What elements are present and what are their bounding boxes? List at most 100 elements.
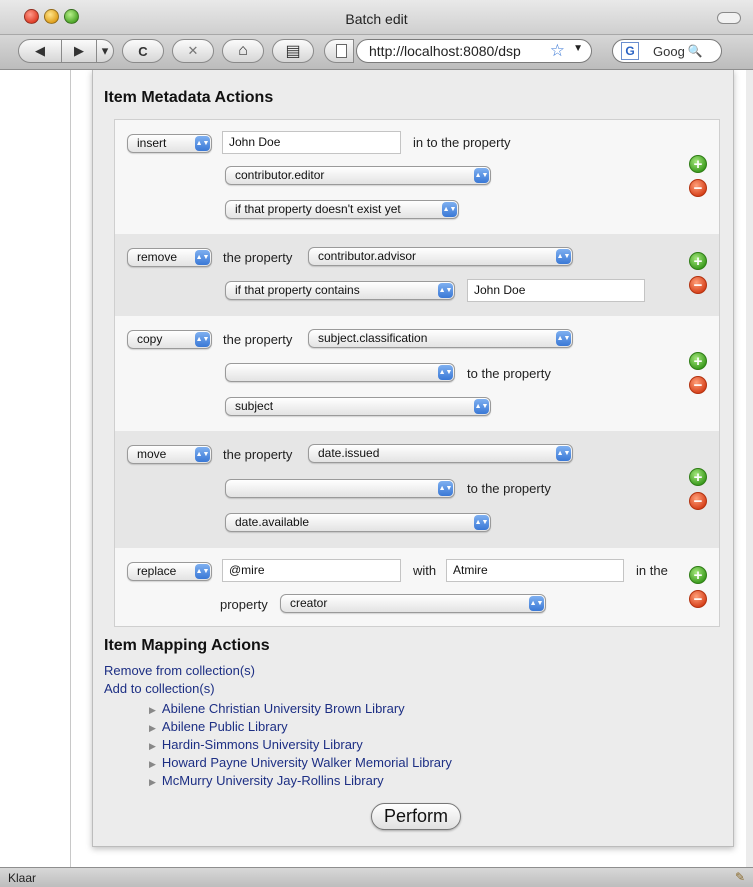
remove-row-button[interactable]: − bbox=[689, 590, 707, 608]
property-select[interactable]: date.issued ▲▼ bbox=[308, 444, 573, 463]
row-text: in the bbox=[636, 563, 668, 578]
disclosure-triangle-icon: ▶ bbox=[149, 741, 156, 751]
back-button[interactable]: ◀ bbox=[18, 39, 62, 63]
disclosure-triangle-icon: ▶ bbox=[149, 777, 156, 787]
property-select[interactable]: contributor.editor ▲▼ bbox=[225, 166, 491, 185]
select-arrows-icon: ▲▼ bbox=[556, 249, 571, 264]
history-dropdown-button[interactable]: ▾ bbox=[96, 39, 114, 63]
reload-icon: C bbox=[138, 43, 148, 59]
bookmark-star-icon[interactable]: ☆ bbox=[550, 41, 565, 61]
select-arrows-icon: ▲▼ bbox=[195, 447, 210, 462]
add-row-button[interactable]: + bbox=[689, 352, 707, 370]
resize-grip-icon[interactable]: ✎ bbox=[735, 870, 745, 884]
bookmarks-icon: ▤ bbox=[285, 43, 301, 60]
collection-item[interactable]: ▶ Hardin-Simmons University Library bbox=[149, 737, 363, 752]
action-row-move: move ▲▼ the property date.issued ▲▼ ▲▼ to … bbox=[115, 431, 719, 548]
back-icon: ◀ bbox=[35, 43, 45, 58]
reload-button[interactable]: C bbox=[122, 39, 164, 63]
perform-button[interactable]: Perform bbox=[371, 803, 461, 830]
status-bar: Klaar ✎ bbox=[0, 867, 753, 887]
add-row-button[interactable]: + bbox=[689, 566, 707, 584]
search-icon[interactable]: 🔍 bbox=[688, 44, 703, 58]
source-select[interactable]: ▲▼ bbox=[225, 479, 455, 498]
action-row-copy: copy ▲▼ the property subject.classificati… bbox=[115, 316, 719, 431]
select-arrows-icon: ▲▼ bbox=[438, 365, 453, 380]
action-select[interactable]: copy ▲▼ bbox=[127, 330, 212, 349]
value-input[interactable]: John Doe bbox=[222, 131, 401, 154]
select-arrows-icon: ▲▼ bbox=[556, 331, 571, 346]
row-text: with bbox=[413, 563, 437, 578]
action-select[interactable]: insert ▲▼ bbox=[127, 134, 212, 153]
row-text: the property bbox=[223, 332, 293, 347]
stop-button[interactable]: ✕ bbox=[172, 39, 214, 63]
chevron-down-icon: ▾ bbox=[101, 43, 109, 58]
url-text: http://localhost:8080/dsp bbox=[369, 43, 521, 59]
disclosure-triangle-icon: ▶ bbox=[149, 759, 156, 769]
status-text: Klaar bbox=[8, 871, 37, 885]
find-input[interactable]: @mire bbox=[222, 559, 401, 582]
row-text: in to the property bbox=[413, 135, 511, 150]
action-select[interactable]: replace ▲▼ bbox=[127, 562, 212, 581]
forward-icon: ▶ bbox=[74, 43, 84, 58]
forward-button[interactable]: ▶ bbox=[61, 39, 97, 63]
google-engine-icon[interactable]: G bbox=[621, 42, 639, 60]
select-arrows-icon: ▲▼ bbox=[195, 250, 210, 265]
select-arrows-icon: ▲▼ bbox=[474, 168, 489, 183]
select-arrows-icon: ▲▼ bbox=[438, 283, 453, 298]
search-input[interactable]: G Goog 🔍 bbox=[612, 39, 722, 63]
browser-toolbar: ◀ ▶ ▾ C ✕ ⌂ ▤ http://localhost:8080/dsp … bbox=[0, 35, 753, 70]
select-arrows-icon: ▲▼ bbox=[529, 596, 544, 611]
value-input[interactable]: John Doe bbox=[467, 279, 645, 302]
remove-row-button[interactable]: − bbox=[689, 376, 707, 394]
collection-item[interactable]: ▶ Abilene Public Library bbox=[149, 719, 288, 734]
target-property-select[interactable]: subject ▲▼ bbox=[225, 397, 491, 416]
action-row-remove: remove ▲▼ the property contributor.adviso… bbox=[115, 234, 719, 316]
select-arrows-icon: ▲▼ bbox=[195, 136, 210, 151]
condition-select[interactable]: if that property doesn't exist yet ▲▼ bbox=[225, 200, 459, 219]
property-select[interactable]: creator ▲▼ bbox=[280, 594, 546, 613]
add-to-collections-link[interactable]: Add to collection(s) bbox=[104, 681, 215, 696]
source-select[interactable]: ▲▼ bbox=[225, 363, 455, 382]
url-dropdown-icon[interactable]: ▼ bbox=[573, 43, 583, 54]
remove-row-button[interactable]: − bbox=[689, 179, 707, 197]
target-property-select[interactable]: date.available ▲▼ bbox=[225, 513, 491, 532]
stop-icon: ✕ bbox=[187, 43, 199, 58]
select-arrows-icon: ▲▼ bbox=[474, 399, 489, 414]
row-text: the property bbox=[223, 250, 293, 265]
add-row-button[interactable]: + bbox=[689, 468, 707, 486]
select-arrows-icon: ▲▼ bbox=[195, 564, 210, 579]
replace-input[interactable]: Atmire bbox=[446, 559, 624, 582]
page-viewport: Item Metadata Actions insert ▲▼ John Doe … bbox=[0, 70, 753, 867]
search-text: Goog bbox=[653, 43, 685, 59]
remove-row-button[interactable]: − bbox=[689, 492, 707, 510]
home-icon: ⌂ bbox=[238, 42, 248, 59]
remove-from-collections-link[interactable]: Remove from collection(s) bbox=[104, 663, 255, 678]
collection-item[interactable]: ▶ Howard Payne University Walker Memorial… bbox=[149, 755, 452, 770]
property-select[interactable]: subject.classification ▲▼ bbox=[308, 329, 573, 348]
bookmarks-button[interactable]: ▤ bbox=[272, 39, 314, 63]
row-text: property bbox=[220, 597, 268, 612]
toolbar-toggle-button[interactable] bbox=[717, 12, 741, 24]
disclosure-triangle-icon: ▶ bbox=[149, 723, 156, 733]
row-text: to the property bbox=[467, 366, 551, 381]
add-row-button[interactable]: + bbox=[689, 252, 707, 270]
home-button[interactable]: ⌂ bbox=[222, 39, 264, 63]
window-titlebar: Batch edit bbox=[0, 0, 753, 35]
row-text: the property bbox=[223, 447, 293, 462]
property-select[interactable]: contributor.advisor ▲▼ bbox=[308, 247, 573, 266]
action-select[interactable]: remove ▲▼ bbox=[127, 248, 212, 267]
collection-item[interactable]: ▶ McMurry University Jay-Rollins Library bbox=[149, 773, 384, 788]
condition-select[interactable]: if that property contains ▲▼ bbox=[225, 281, 455, 300]
add-row-button[interactable]: + bbox=[689, 155, 707, 173]
select-arrows-icon: ▲▼ bbox=[556, 446, 571, 461]
select-arrows-icon: ▲▼ bbox=[195, 332, 210, 347]
url-input[interactable]: http://localhost:8080/dsp ☆ ▼ bbox=[356, 39, 592, 63]
select-arrows-icon: ▲▼ bbox=[474, 515, 489, 530]
remove-row-button[interactable]: − bbox=[689, 276, 707, 294]
metadata-actions-heading: Item Metadata Actions bbox=[104, 89, 274, 106]
collection-item[interactable]: ▶ Abilene Christian University Brown Libr… bbox=[149, 701, 405, 716]
window-title: Batch edit bbox=[345, 11, 408, 27]
disclosure-triangle-icon: ▶ bbox=[149, 705, 156, 715]
metadata-actions-list: insert ▲▼ John Doe in to the property con… bbox=[114, 119, 720, 627]
action-select[interactable]: move ▲▼ bbox=[127, 445, 212, 464]
